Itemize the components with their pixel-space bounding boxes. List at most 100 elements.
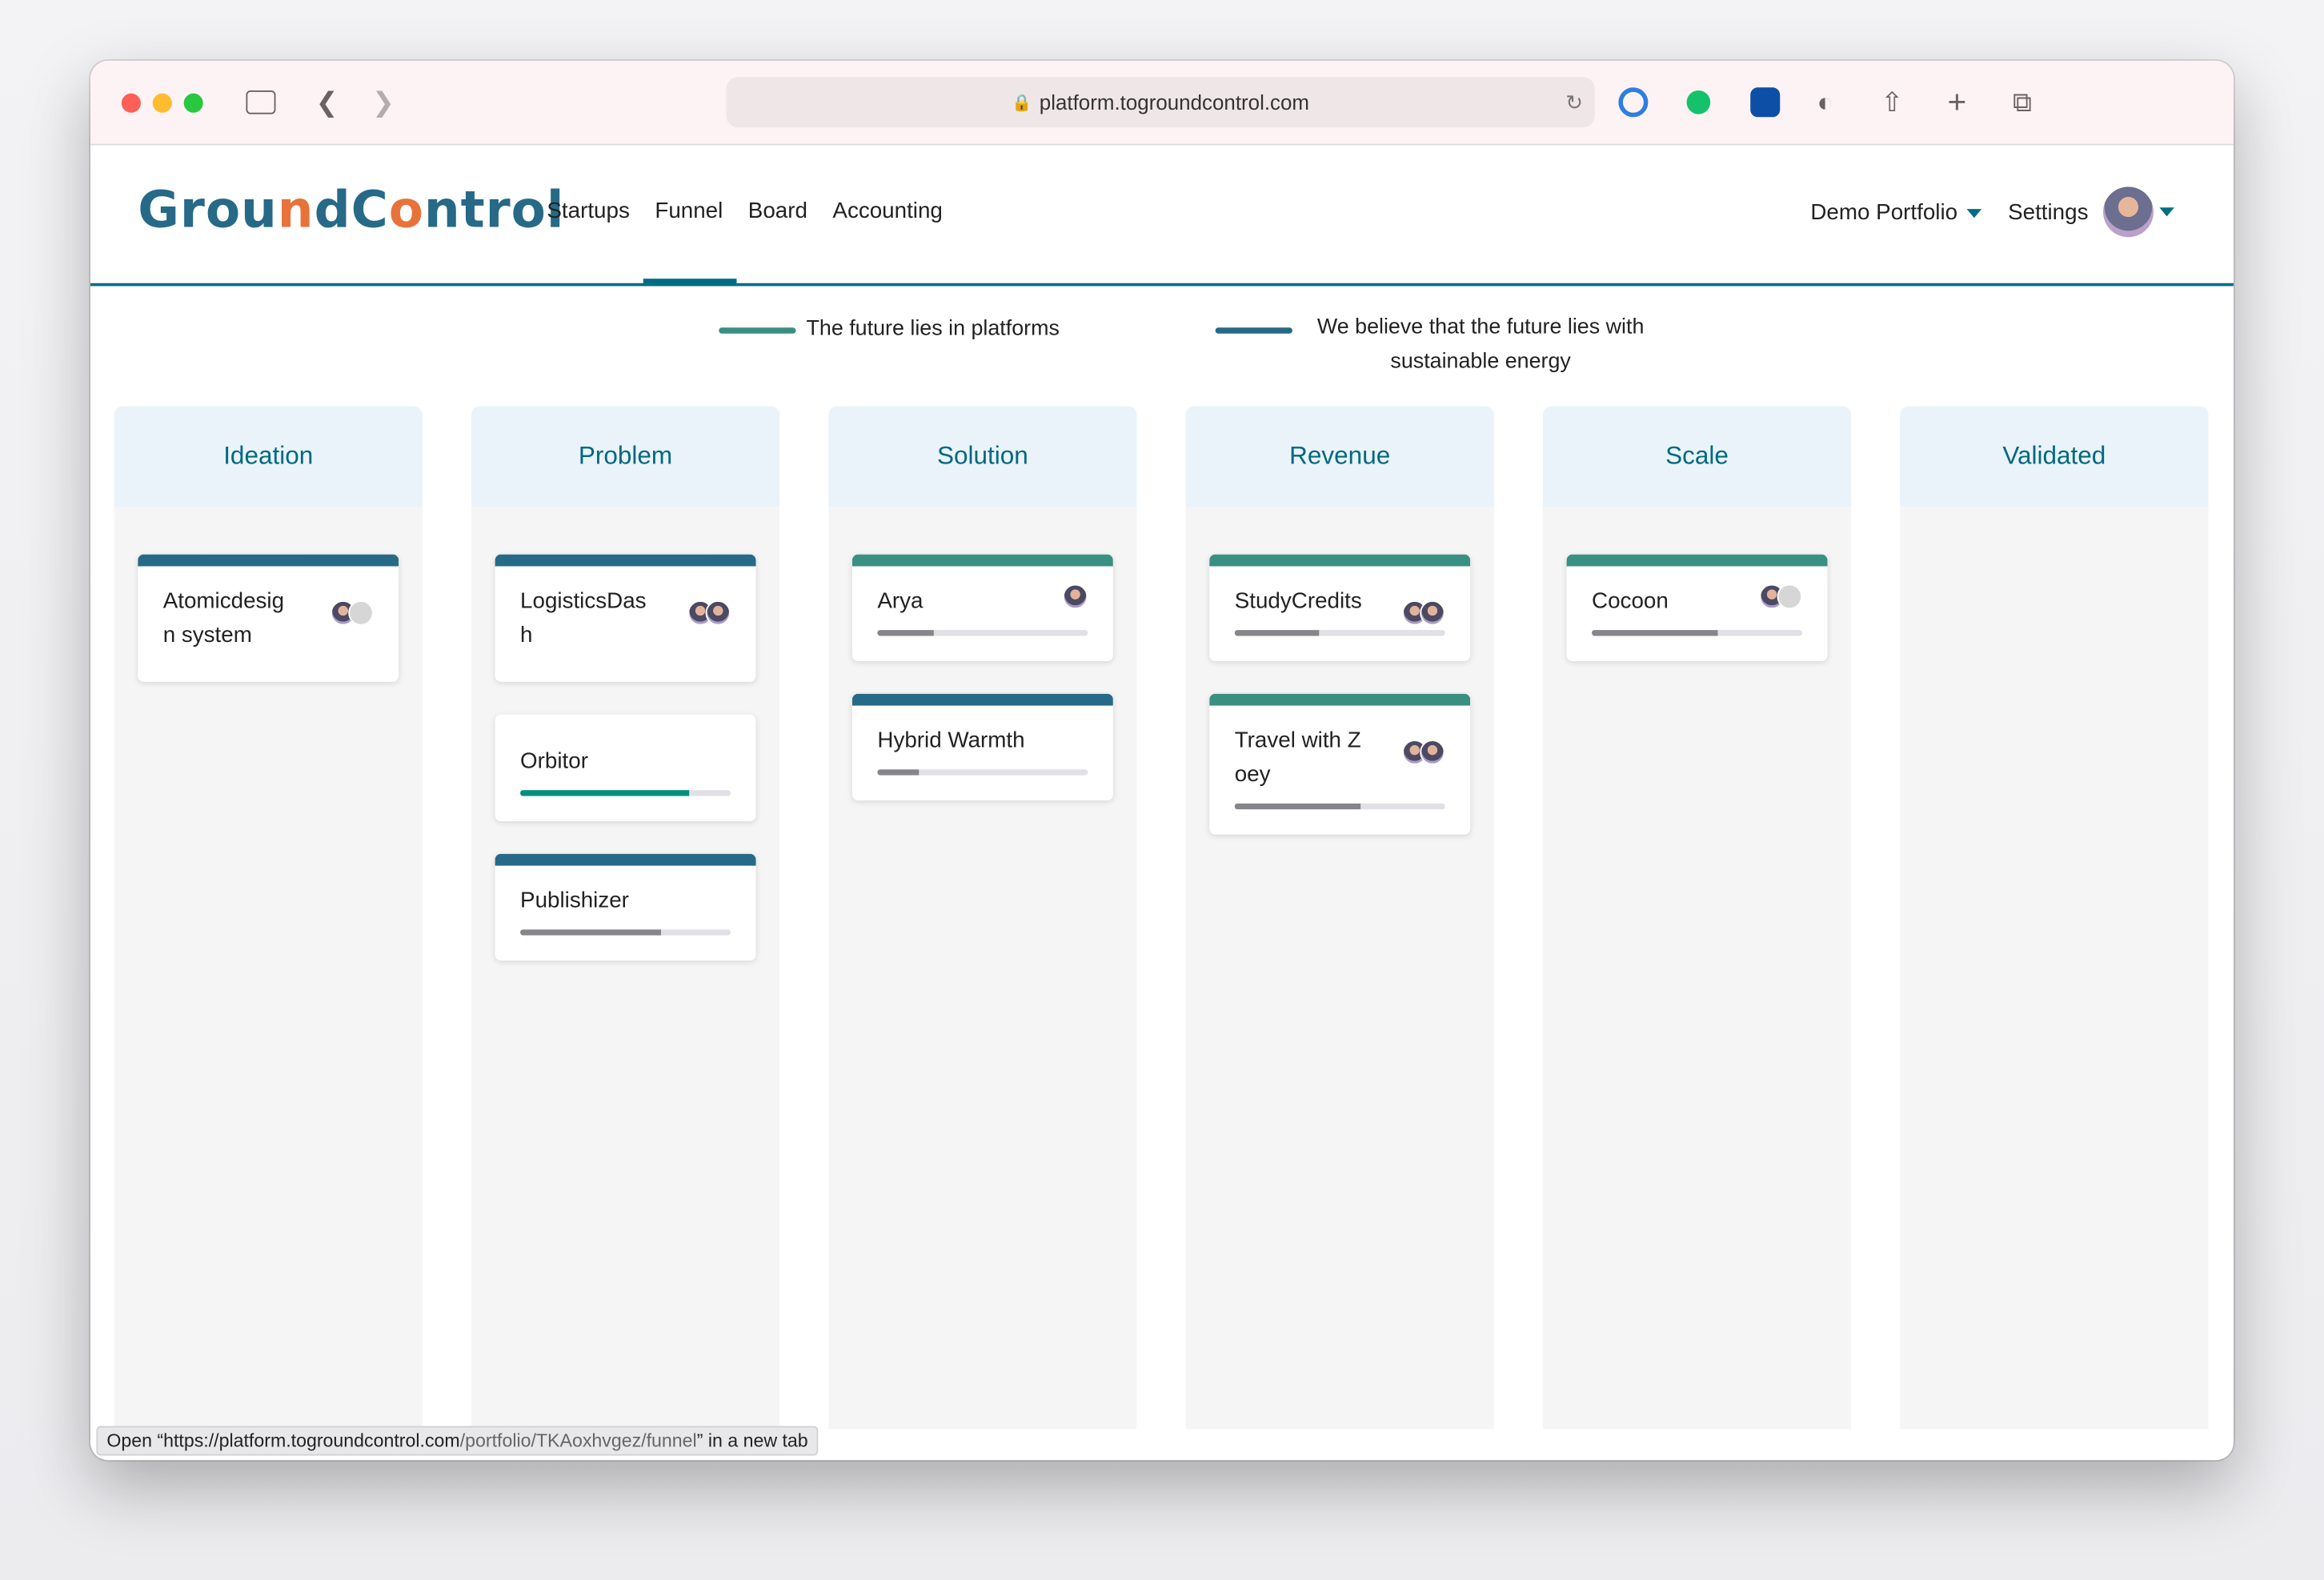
nav-funnel[interactable]: Funnel xyxy=(655,199,723,223)
thesis-color-bar xyxy=(1209,554,1471,567)
thesis-color-bar xyxy=(495,554,756,567)
tab-overview-icon[interactable]: ⧉ xyxy=(2013,87,2032,117)
progress-fill xyxy=(877,630,935,636)
startup-card[interactable]: Hybrid Warmth xyxy=(851,693,1113,801)
browser-toolbar: ❮ ❯ 🔒 platform.togroundcontrol.com ↻ ◐ ⇧… xyxy=(90,60,2234,146)
card-list xyxy=(1900,507,2208,554)
startup-card[interactable]: Cocoon xyxy=(1566,554,1828,661)
progress-bar xyxy=(1234,803,1445,810)
new-tab-icon[interactable]: + xyxy=(1948,85,1967,118)
avatar-group xyxy=(1062,583,1088,610)
progress-bar xyxy=(1592,630,1803,636)
card-list: Atomicdesign system xyxy=(114,507,423,682)
status-suffix: ” in a new tab xyxy=(696,1430,808,1452)
startup-card[interactable]: Travel with Zoey xyxy=(1209,693,1471,835)
column-title: Validated xyxy=(1900,406,2209,507)
startup-card[interactable]: Orbitor xyxy=(495,714,756,822)
card-list: Arya Hybrid Warmth xyxy=(828,507,1136,801)
funnel-column-problem: Problem LogisticsDash Orbitor Publishizer xyxy=(471,406,780,1430)
share-icon[interactable]: ⇧ xyxy=(1881,87,1903,117)
funnel-column-revenue: Revenue StudyCredits Travel with Zoey xyxy=(1185,406,1494,1430)
avatar-group xyxy=(1401,600,1445,626)
minimize-window-button[interactable] xyxy=(152,93,172,113)
avatar-placeholder-icon xyxy=(348,600,374,626)
progress-fill xyxy=(520,929,662,936)
desktop: ❮ ❯ 🔒 platform.togroundcontrol.com ↻ ◐ ⇧… xyxy=(0,0,2324,1580)
card-body: Arya xyxy=(852,566,1113,661)
legend-item: We believe that the future lies with sus… xyxy=(1215,315,1659,379)
avatar-group xyxy=(1401,740,1445,765)
legend-label: We believe that the future lies with sus… xyxy=(1316,315,1645,374)
progress-bar xyxy=(520,790,731,796)
card-body: Publishizer xyxy=(495,866,756,961)
progress-fill xyxy=(1592,630,1718,636)
card-list: StudyCredits Travel with Zoey xyxy=(1186,507,1494,835)
column-title: Problem xyxy=(471,406,780,507)
portfolio-label: Demo Portfolio xyxy=(1810,199,1958,225)
portfolio-dropdown[interactable]: Demo Portfolio xyxy=(1810,199,1981,225)
nav-board[interactable]: Board xyxy=(748,199,807,223)
avatar-placeholder-icon xyxy=(1777,583,1803,610)
user-menu[interactable] xyxy=(2102,186,2174,238)
nav-startups[interactable]: Startups xyxy=(547,199,629,223)
startup-name: StudyCredits xyxy=(1234,588,1362,614)
privacy-shield-icon[interactable]: ◐ xyxy=(1817,87,1833,117)
startup-name: Cocoon xyxy=(1592,588,1669,614)
card-body: Hybrid Warmth xyxy=(852,706,1113,801)
avatar xyxy=(705,600,731,626)
avatar xyxy=(1062,583,1088,610)
thesis-color-bar xyxy=(1566,554,1828,567)
legend-item: The future lies in platforms xyxy=(719,317,1060,341)
card-body: Cocoon xyxy=(1567,566,1828,661)
grammarly-icon[interactable] xyxy=(1686,90,1711,114)
card-body: Travel with Zoey xyxy=(1209,706,1470,835)
forward-icon[interactable]: ❯ xyxy=(372,87,395,117)
nav-accounting[interactable]: Accounting xyxy=(832,199,942,223)
thesis-color-bar xyxy=(138,554,399,567)
column-title: Solution xyxy=(828,406,1137,507)
url-text: platform.togroundcontrol.com xyxy=(1039,90,1310,114)
thesis-color-bar xyxy=(851,693,1113,706)
active-nav-indicator xyxy=(643,279,737,287)
progress-bar xyxy=(520,929,731,936)
funnel-column-ideation: Ideation Atomicdesign system xyxy=(114,406,423,1430)
chevron-down-icon xyxy=(1966,208,1981,218)
column-title: Revenue xyxy=(1185,406,1494,507)
funnel-board: Ideation Atomicdesign system Problem Logist… xyxy=(114,406,2209,1430)
startup-card[interactable]: StudyCredits xyxy=(1209,554,1471,661)
startup-card[interactable]: Atomicdesign system xyxy=(138,554,399,682)
legend-swatch xyxy=(719,327,796,334)
avatar-group xyxy=(687,600,731,626)
address-bar[interactable]: 🔒 platform.togroundcontrol.com ↻ xyxy=(726,77,1595,128)
card-list: LogisticsDash Orbitor Publishizer xyxy=(471,507,779,961)
funnel-column-scale: Scale Cocoon xyxy=(1542,406,1852,1430)
progress-fill xyxy=(1234,803,1361,810)
card-list: Cocoon xyxy=(1543,507,1851,661)
adblock-icon[interactable] xyxy=(1750,87,1781,118)
status-path: /portfolio/TKAoxhvgez/funnel xyxy=(459,1430,697,1452)
groundcontrol-logo[interactable]: GroundControl xyxy=(138,181,564,240)
app-navbar: GroundControl Startups Funnel Board Acco… xyxy=(90,145,2234,287)
reload-icon[interactable]: ↻ xyxy=(1565,90,1583,114)
thesis-color-bar xyxy=(1209,693,1471,706)
startup-name: Hybrid Warmth xyxy=(877,728,1025,753)
startup-card[interactable]: Arya xyxy=(851,554,1113,661)
progress-bar xyxy=(877,769,1088,776)
close-window-button[interactable] xyxy=(121,93,141,113)
thesis-color-bar xyxy=(851,554,1113,567)
chevron-down-icon xyxy=(2159,207,2174,217)
maximize-window-button[interactable] xyxy=(183,93,203,113)
password-manager-icon[interactable] xyxy=(1618,87,1649,118)
startup-name: LogisticsDash xyxy=(520,588,647,648)
sidebar-toggle-icon[interactable] xyxy=(246,90,276,114)
back-icon[interactable]: ❮ xyxy=(315,87,338,117)
user-avatar xyxy=(2102,186,2154,238)
startup-card[interactable]: LogisticsDash xyxy=(495,554,756,682)
progress-bar xyxy=(1234,630,1445,636)
progress-fill xyxy=(520,790,689,796)
startup-card[interactable]: Publishizer xyxy=(495,853,756,961)
progress-bar xyxy=(877,630,1088,636)
settings-link[interactable]: Settings xyxy=(2008,199,2088,224)
legend-swatch xyxy=(1215,327,1292,334)
legend-label: The future lies in platforms xyxy=(806,317,1060,341)
